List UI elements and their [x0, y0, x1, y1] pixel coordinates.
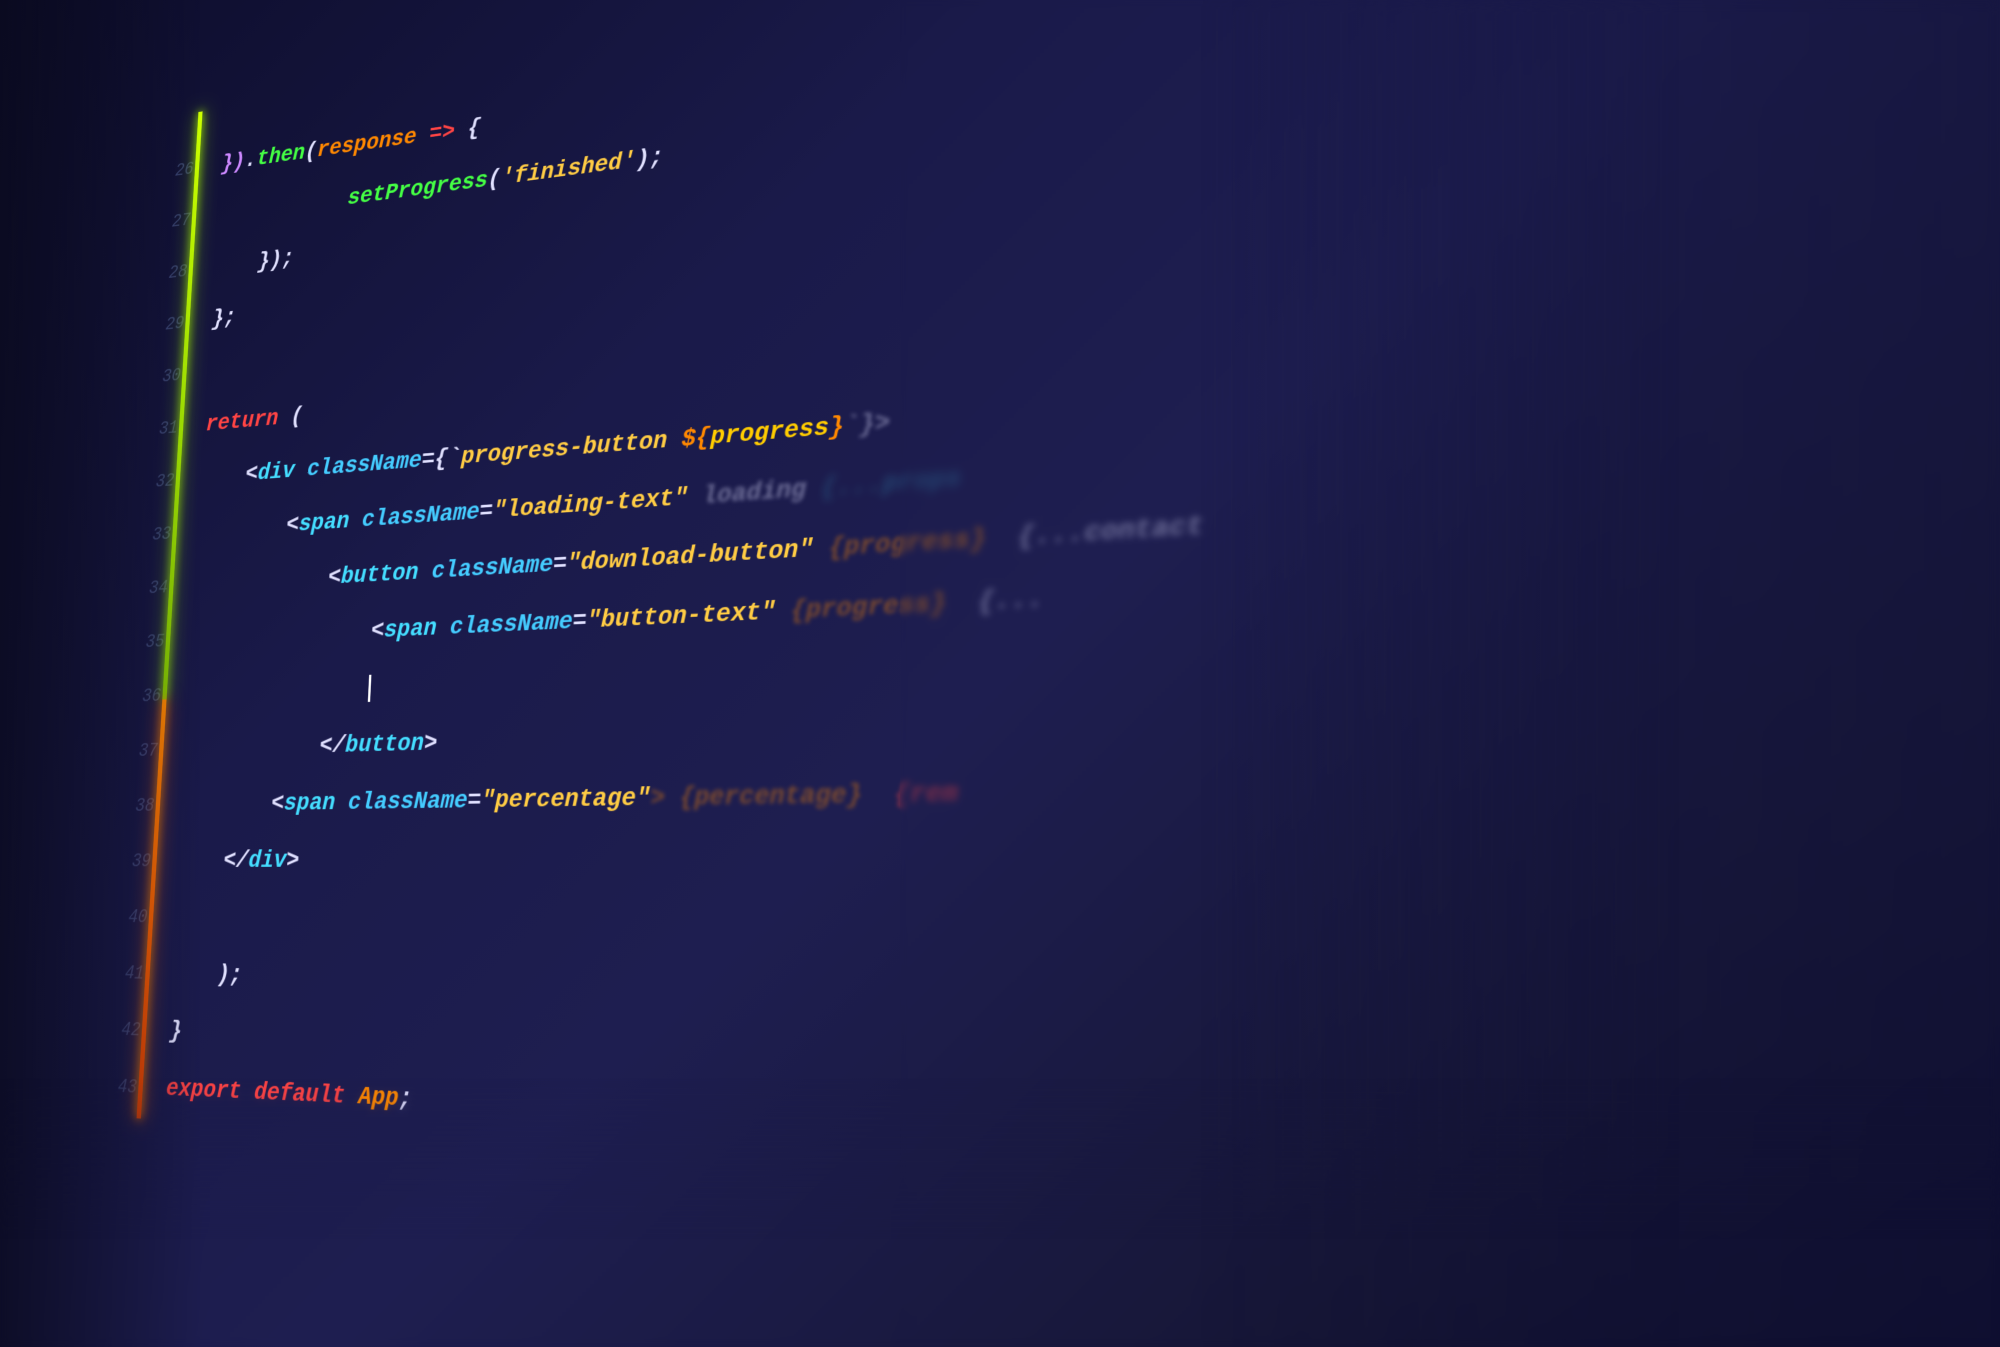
screen: 26 27 28 29 30 31 32 33 34 35 36 37 38 3… [0, 0, 2000, 1347]
code-lines: }) . then ( response => { setProgress ( … [127, 0, 2000, 1347]
code-container: 26 27 28 29 30 31 32 33 34 35 36 37 38 3… [61, 0, 2000, 1347]
